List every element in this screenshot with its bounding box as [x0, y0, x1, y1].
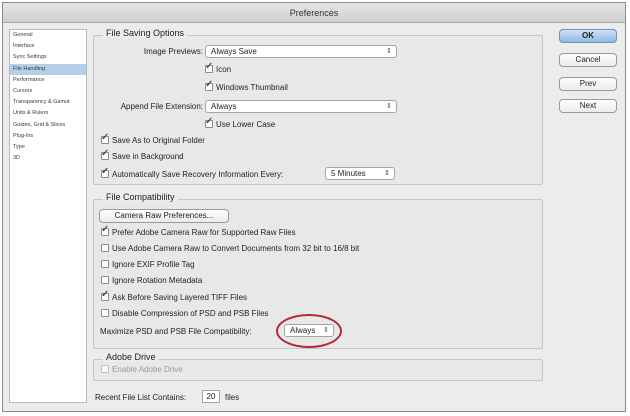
file-saving-title: File Saving Options [103, 28, 188, 38]
icon-checkbox[interactable] [205, 61, 213, 73]
preferences-sidebar: General Interface Sync Settings File Handli… [9, 29, 87, 403]
prefer-acr-row[interactable]: Prefer Adobe Camera Raw for Supported Ra… [101, 224, 296, 237]
sidebar-item[interactable]: Plug-Ins [10, 131, 86, 142]
ok-button[interactable]: OK [559, 29, 617, 43]
sidebar-item[interactable]: Cursors [10, 86, 86, 97]
ignore-rotation-checkbox[interactable] [101, 276, 109, 284]
enable-adobe-drive-label: Enable Adobe Drive [112, 365, 183, 374]
windows-thumbnail-label: Windows Thumbnail [216, 83, 288, 92]
append-extension-select[interactable]: Always ⇕ [205, 100, 397, 113]
save-original-folder-row[interactable]: Save As to Original Folder [101, 132, 205, 145]
ignore-exif-row[interactable]: Ignore EXIF Profile Tag [101, 260, 195, 269]
maximize-compat-label: Maximize PSD and PSB File Compatibility: [100, 327, 252, 336]
auto-save-label: Automatically Save Recovery Information … [112, 170, 284, 179]
use-lower-case-checkbox[interactable] [205, 116, 213, 128]
ask-tiff-row[interactable]: Ask Before Saving Layered TIFF Files [101, 289, 248, 302]
camera-raw-preferences-button[interactable]: Camera Raw Preferences... [99, 209, 229, 223]
use-lower-case-row[interactable]: Use Lower Case [205, 116, 276, 129]
sidebar-item[interactable]: File Handling [10, 63, 86, 75]
windows-thumbnail-checkbox[interactable] [205, 79, 213, 91]
sidebar-item[interactable]: Type [10, 142, 86, 153]
ignore-rotation-row[interactable]: Ignore Rotation Metadata [101, 276, 202, 285]
image-previews-label: Image Previews: [143, 47, 203, 56]
save-background-label: Save in Background [112, 152, 184, 161]
prefer-acr-label: Prefer Adobe Camera Raw for Supported Ra… [112, 228, 296, 237]
windows-thumbnail-row[interactable]: Windows Thumbnail [205, 79, 288, 92]
select-arrows-icon: ⇕ [386, 103, 392, 110]
window-title: Preferences [3, 3, 625, 23]
enable-adobe-drive-row[interactable]: Enable Adobe Drive [101, 365, 183, 374]
auto-save-row[interactable]: Automatically Save Recovery Information … [101, 166, 284, 179]
prefer-acr-checkbox[interactable] [101, 224, 109, 236]
save-background-row[interactable]: Save in Background [101, 148, 184, 161]
sidebar-item[interactable]: Units & Rulers [10, 108, 86, 119]
use-acr-convert-row[interactable]: Use Adobe Camera Raw to Convert Document… [101, 244, 359, 253]
save-original-folder-label: Save As to Original Folder [112, 136, 205, 145]
save-background-checkbox[interactable] [101, 148, 109, 160]
recent-files-label: Recent File List Contains: [95, 393, 187, 402]
sidebar-item[interactable]: General [10, 30, 86, 41]
disable-compression-checkbox[interactable] [101, 309, 109, 317]
use-acr-convert-checkbox[interactable] [101, 244, 109, 252]
sidebar-item[interactable]: Performance [10, 75, 86, 86]
next-button[interactable]: Next [559, 99, 617, 113]
highlight-circle [276, 314, 342, 348]
use-acr-convert-label: Use Adobe Camera Raw to Convert Document… [112, 244, 360, 253]
auto-save-interval-select[interactable]: 5 Minutes ⇕ [325, 167, 395, 180]
sidebar-item[interactable]: 3D [10, 153, 86, 164]
select-arrows-icon: ⇕ [386, 48, 392, 55]
file-compat-title: File Compatibility [103, 192, 178, 202]
sidebar-item[interactable]: Guides, Grid & Slices [10, 120, 86, 131]
select-arrows-icon: ⇕ [384, 170, 390, 177]
ask-tiff-label: Ask Before Saving Layered TIFF Files [112, 293, 248, 302]
cancel-button[interactable]: Cancel [559, 53, 617, 67]
ignore-exif-label: Ignore EXIF Profile Tag [112, 260, 195, 269]
image-previews-value: Always Save [211, 47, 257, 56]
recent-files-suffix: files [225, 393, 240, 402]
append-extension-label: Append File Extension: [120, 102, 203, 111]
use-lower-case-label: Use Lower Case [216, 120, 276, 129]
sidebar-item[interactable]: Interface [10, 41, 86, 52]
ask-tiff-checkbox[interactable] [101, 289, 109, 301]
sidebar-item[interactable]: Transparency & Gamut [10, 97, 86, 108]
append-extension-value: Always [211, 102, 237, 111]
recent-files-input[interactable]: 20 [202, 390, 220, 403]
ignore-rotation-label: Ignore Rotation Metadata [112, 276, 203, 285]
disable-compression-label: Disable Compression of PSD and PSB Files [112, 309, 269, 318]
icon-checkbox-row[interactable]: Icon [205, 61, 232, 74]
auto-save-interval-value: 5 Minutes [331, 169, 366, 178]
prev-button[interactable]: Prev [559, 77, 617, 91]
disable-compression-row[interactable]: Disable Compression of PSD and PSB Files [101, 309, 269, 318]
ignore-exif-checkbox[interactable] [101, 260, 109, 268]
preferences-window: Preferences General Interface Sync Setting… [2, 2, 626, 412]
sidebar-item[interactable]: Sync Settings [10, 52, 86, 63]
save-original-folder-checkbox[interactable] [101, 132, 109, 144]
icon-label: Icon [216, 65, 232, 74]
adobe-drive-title: Adobe Drive [103, 352, 159, 362]
image-previews-select[interactable]: Always Save ⇕ [205, 45, 397, 58]
auto-save-checkbox[interactable] [101, 166, 109, 178]
enable-adobe-drive-checkbox[interactable] [101, 365, 109, 373]
